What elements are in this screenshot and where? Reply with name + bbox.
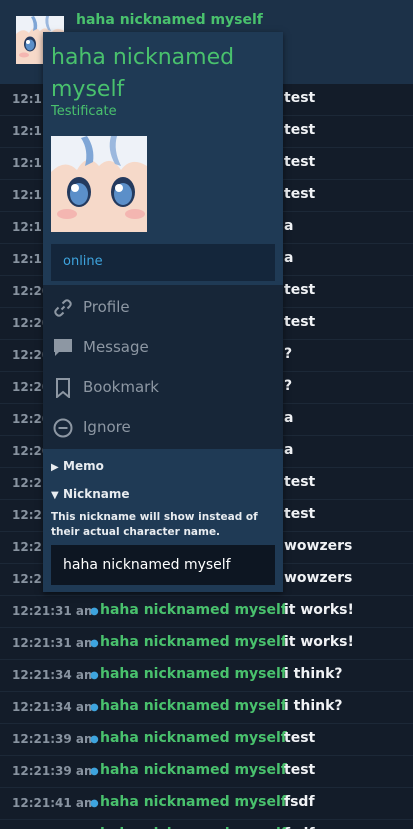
popup-header: haha nicknamed myself Testificate online [43,32,283,285]
message-sender[interactable]: haha nicknamed myself [100,634,287,650]
message-text: i think? [284,698,343,714]
popup-footer: ▶ Memo ▼ Nickname This nickname will show … [43,449,283,592]
chat-bubble-icon [54,339,72,356]
ignore-button[interactable]: Ignore [43,408,283,448]
message-text: ? [284,378,293,394]
online-status-dot-icon: ● [90,606,99,617]
message-sender[interactable]: haha nicknamed myself [100,730,287,746]
message-text: test [284,762,316,778]
message-text: a [284,218,294,234]
message-text: wowzers [284,538,353,554]
memo-label: Memo [63,459,104,473]
online-status-dot-icon: ● [90,638,99,649]
message-timestamp: 12:21:34 am [12,668,97,682]
nickname-input[interactable] [51,545,275,585]
message-text: ? [284,346,293,362]
status-badge: online [51,244,275,281]
message-text: a [284,250,294,266]
online-status-dot-icon: ● [90,670,99,681]
chat-message-row: 12:21:31 am ● haha nicknamed myself it work… [0,596,413,628]
caret-right-icon: ▶ [51,462,59,473]
nickname-help-text: This nickname will show instead of their… [51,511,258,538]
message-timestamp: 12:21:41 am [12,796,97,810]
bookmark-icon [56,378,70,398]
memo-toggle[interactable]: ▶ Memo [51,459,104,473]
message-text: a [284,410,294,426]
message-timestamp: 12:21:31 am [12,636,97,650]
bookmark-button[interactable]: Bookmark [43,368,283,408]
message-timestamp: 12:21:34 am [12,700,97,714]
minus-circle-icon [53,418,73,438]
message-text: test [284,282,316,298]
link-icon [54,299,72,317]
online-status-dot-icon: ● [90,734,99,745]
message-sender[interactable]: haha nicknamed myself [100,762,287,778]
caret-down-icon: ▼ [51,490,59,501]
nickname-toggle[interactable]: ▼ Nickname [51,487,130,501]
message-text: test [284,186,316,202]
message-sender[interactable]: haha nicknamed myself [100,666,287,682]
header-character-name[interactable]: haha nicknamed myself [76,12,263,28]
chat-message-row: 12:21:39 am ● haha nicknamed myself test [0,756,413,788]
message-button[interactable]: Message [43,328,283,368]
status-text: online [63,254,103,269]
message-text: test [284,122,316,138]
chat-message-row: 12:21:31 am ● haha nicknamed myself it work… [0,628,413,660]
message-text: i think? [284,666,343,682]
nickname-label: Nickname [63,487,130,501]
message-text: test [284,314,316,330]
ignore-label: Ignore [83,418,131,436]
message-text: test [284,730,316,746]
message-text: test [284,90,316,106]
message-sender[interactable]: haha nicknamed myself [100,794,287,810]
chat-message-row: 12:21:41 am●haha nicknamed myselffsdf [0,788,413,820]
online-status-dot-icon: ● [90,766,99,777]
chat-message-row: 12:21:34 am ● haha nicknamed myself i think… [0,660,413,692]
profile-label: Profile [83,298,130,316]
message-text: test [284,154,316,170]
bookmark-label: Bookmark [83,378,159,396]
message-timestamp: 12:21:39 am [12,764,97,778]
online-status-dot-icon: ● [90,702,99,713]
popup-character-name: Testificate [51,104,117,119]
profile-button[interactable]: Profile [43,288,283,328]
message-label: Message [83,338,149,356]
message-text: test [284,474,316,490]
chat-message-row: 12:21:41 am●haha nicknamed myselffsdf [0,820,413,829]
message-text: test [284,506,316,522]
message-text: a [284,442,294,458]
message-timestamp: 12:21:31 am [12,604,97,618]
popup-display-name: haha nicknamed myself [51,45,235,102]
chat-message-row: 12:21:39 am ● haha nicknamed myself test [0,724,413,756]
chat-message-row: 12:21:34 am ● haha nicknamed myself i think… [0,692,413,724]
message-text: it works! [284,602,354,618]
online-status-dot-icon: ● [90,798,99,809]
message-text: it works! [284,634,354,650]
message-sender[interactable]: haha nicknamed myself [100,698,287,714]
user-popup: haha nicknamed myself Testificate online… [43,32,283,592]
popup-avatar [51,136,147,232]
message-text: fsdf [284,794,315,810]
message-sender[interactable]: haha nicknamed myself [100,602,287,618]
message-timestamp: 12:21:39 am [12,732,97,746]
message-text: wowzers [284,570,353,586]
